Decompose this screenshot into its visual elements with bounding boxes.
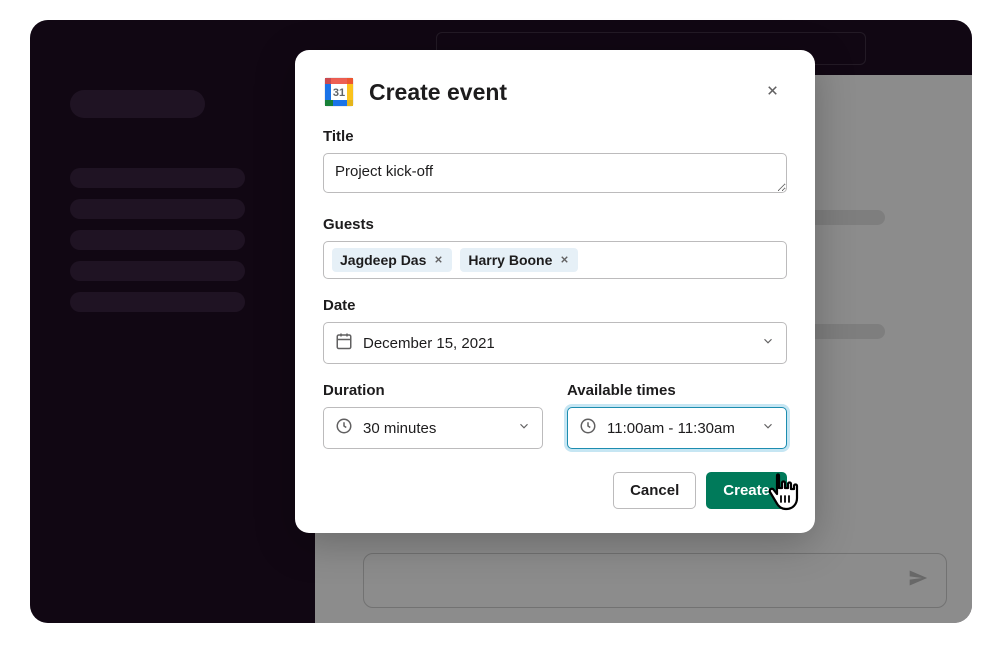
remove-guest-icon[interactable] [433,253,444,268]
calendar-icon [335,332,353,354]
guests-field-group: Guests Jagdeep Das Harry Boone [323,216,787,279]
guest-chip: Jagdeep Das [332,248,452,272]
chevron-down-icon [517,419,531,437]
chevron-down-icon [761,334,775,352]
available-times-select[interactable]: 11:00am - 11:30am [567,407,787,449]
guests-label: Guests [323,216,787,233]
available-times-label: Available times [567,382,787,399]
create-button[interactable]: Create [706,472,787,509]
modal-footer: Cancel Create [323,472,787,509]
remove-guest-icon[interactable] [559,253,570,268]
guest-name: Harry Boone [468,252,552,268]
close-button[interactable] [757,77,787,107]
duration-value: 30 minutes [363,420,436,437]
close-icon [765,82,780,103]
modal-header: 31 Create event [323,76,787,108]
clock-icon [335,417,353,439]
guest-name: Jagdeep Das [340,252,426,268]
title-field-group: Title [323,128,787,198]
duration-select[interactable]: 30 minutes [323,407,543,449]
available-times-field-group: Available times 11:00am - 11:30am [567,382,787,449]
date-field-group: Date December 15, 2021 [323,297,787,364]
guests-input[interactable]: Jagdeep Das Harry Boone [323,241,787,279]
date-value: December 15, 2021 [363,335,495,352]
title-label: Title [323,128,787,145]
clock-icon [579,417,597,439]
available-times-value: 11:00am - 11:30am [607,420,735,437]
date-label: Date [323,297,787,314]
chevron-down-icon [761,419,775,437]
duration-field-group: Duration 30 minutes [323,382,543,449]
svg-text:31: 31 [333,87,345,99]
modal-title: Create event [369,79,743,106]
guest-chip: Harry Boone [460,248,578,272]
title-input[interactable] [323,153,787,193]
duration-time-row: Duration 30 minutes Available times 11:0… [323,382,787,467]
cancel-button[interactable]: Cancel [613,472,696,509]
date-select[interactable]: December 15, 2021 [323,322,787,364]
google-calendar-icon: 31 [323,76,355,108]
duration-label: Duration [323,382,543,399]
create-event-modal: 31 Create event Title Guests Jagdeep Das… [295,50,815,533]
